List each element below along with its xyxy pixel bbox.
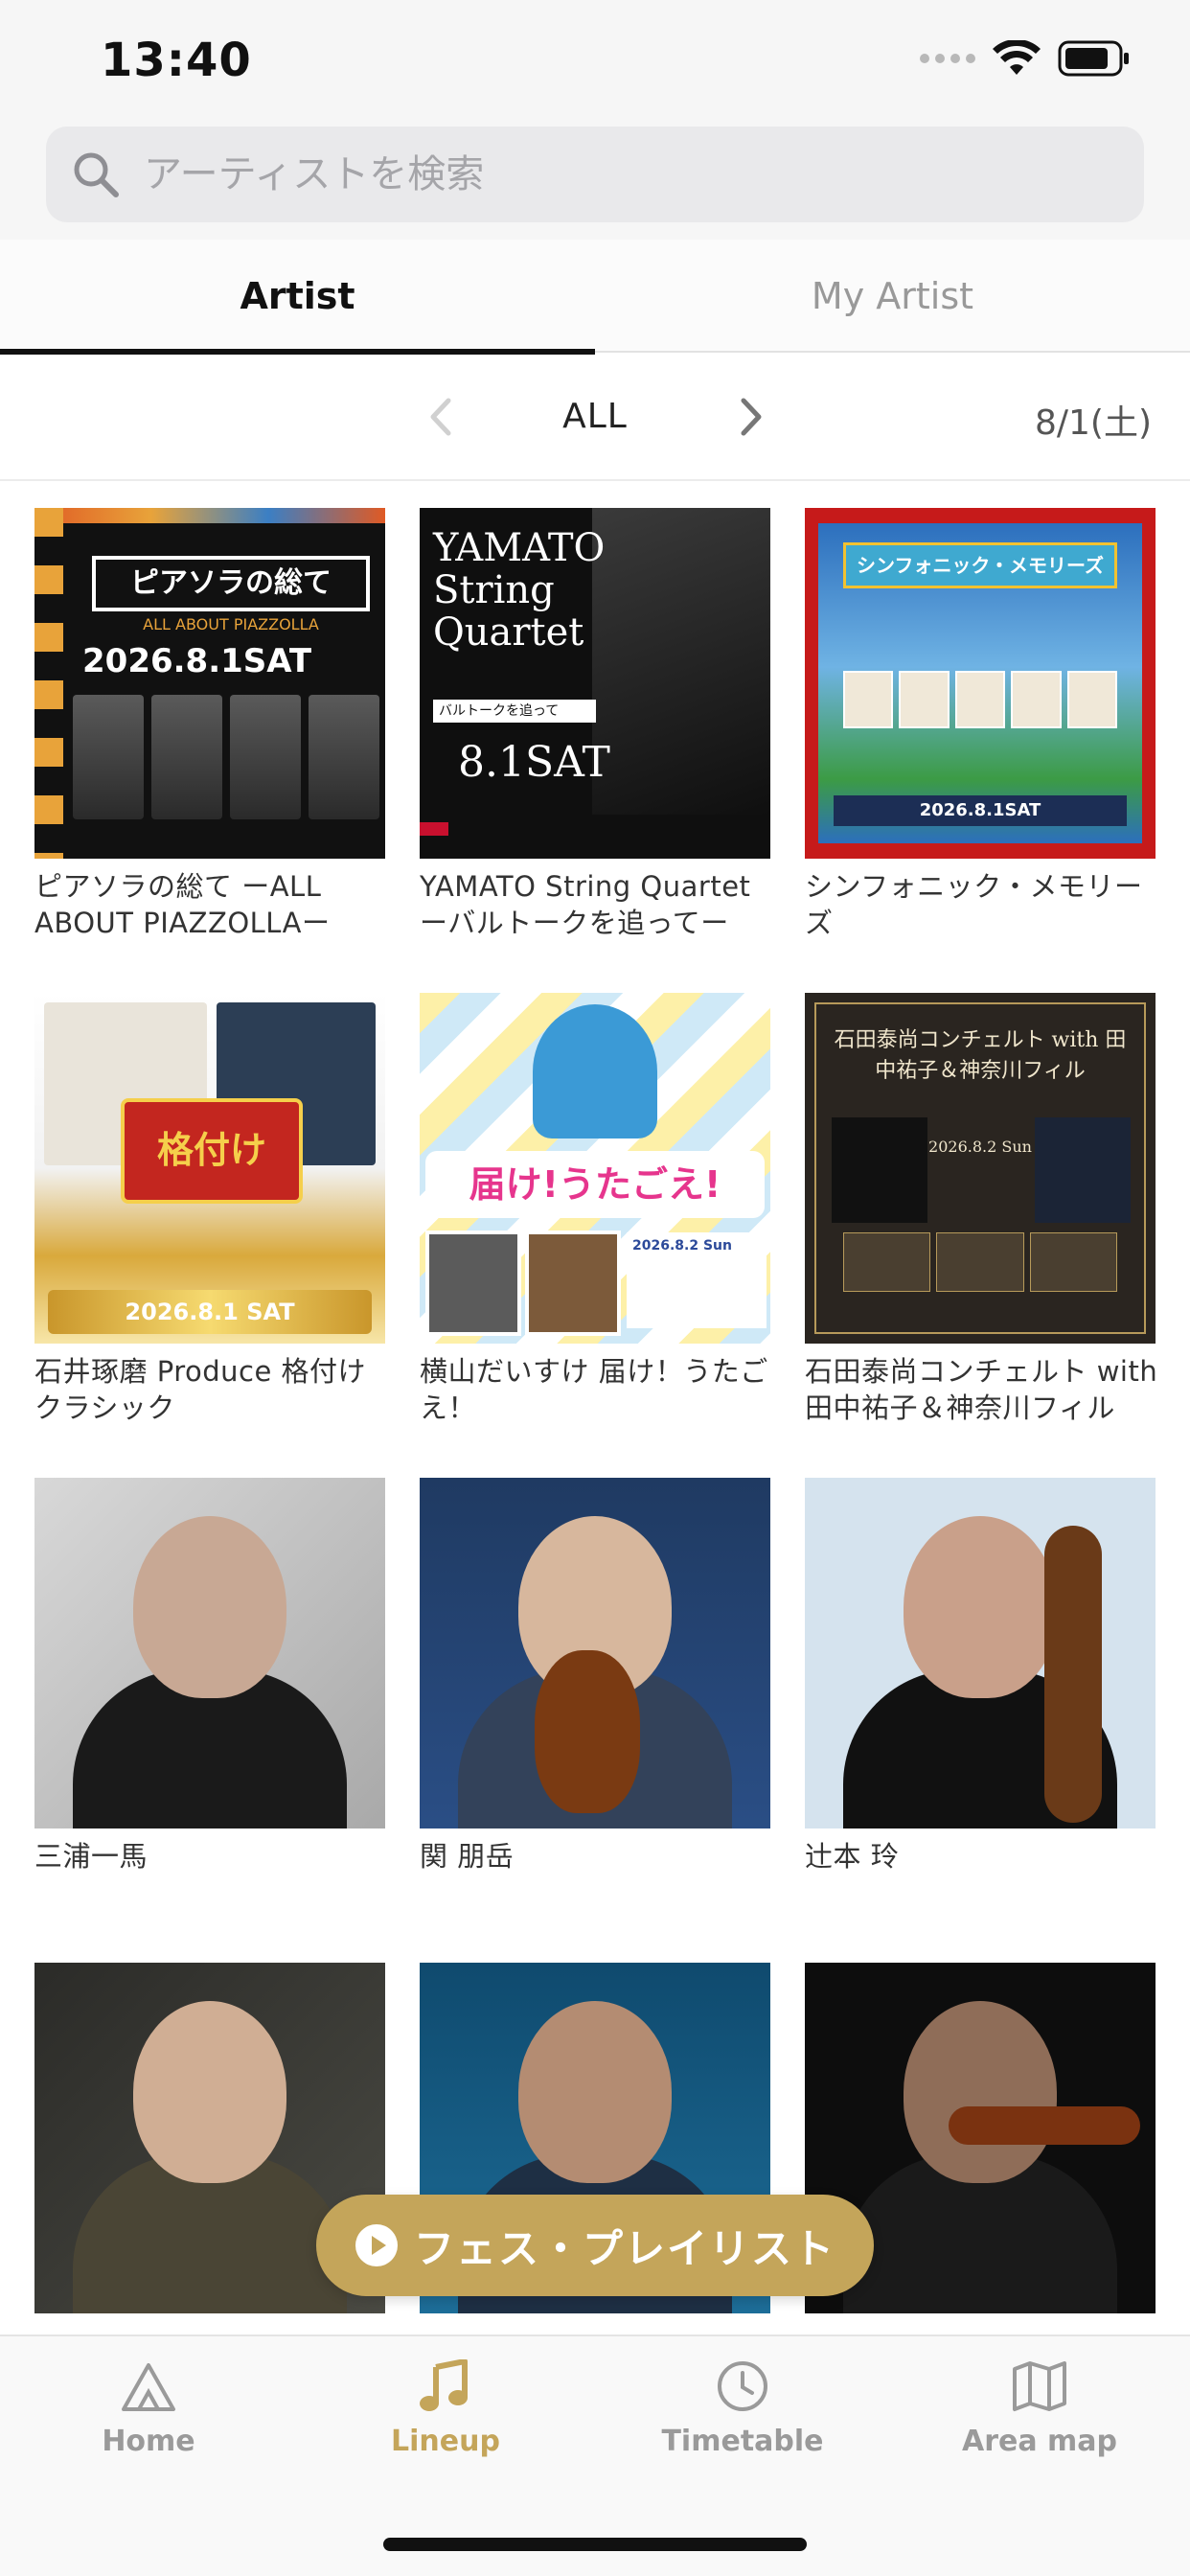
poster-title: 届け!うたごえ! — [425, 1151, 765, 1218]
artist-photo — [420, 1478, 770, 1828]
search-input[interactable] — [144, 152, 1102, 196]
lineup-card[interactable]: 石田泰尚コンチェルト with 田中祐子＆神奈川フィル 2026.8.2 Sun… — [805, 993, 1158, 1426]
event-poster: 石田泰尚コンチェルト with 田中祐子＆神奈川フィル 2026.8.2 Sun — [805, 993, 1156, 1344]
tabbar-item-lineup[interactable]: Lineup — [297, 2359, 594, 2474]
lineup-card[interactable]: 届け!うたごえ! 2026.8.2 Sun 横山だいすけ 届け！うたごえ！ — [420, 993, 770, 1426]
date-filter: ALL 8/1(土) — [0, 355, 1190, 481]
tabbar-label: Area map — [961, 2425, 1118, 2458]
home-icon — [122, 2363, 175, 2411]
wifi-icon — [993, 40, 1041, 75]
search-icon — [74, 152, 119, 197]
artist-photo — [805, 1478, 1156, 1828]
card-title: YAMATO String Quartet ーバルトークを追ってー — [420, 870, 751, 939]
poster-date: 2026.8.1SAT — [82, 642, 312, 680]
tabbar-label: Lineup — [391, 2425, 500, 2458]
play-icon — [355, 2224, 398, 2266]
battery-icon — [1058, 40, 1129, 77]
card-title: 横山だいすけ 届け！うたごえ！ — [420, 1355, 768, 1424]
artist-tabs: Artist My Artist — [0, 240, 1190, 355]
lineup-card[interactable]: 三浦一馬 — [34, 1478, 385, 1874]
poster-title: YAMATO String Quartet — [433, 526, 606, 655]
poster-date: 2026.8.1SAT — [834, 795, 1127, 826]
poster-title: シンフォニック・メモリーズ — [843, 542, 1117, 588]
fes-playlist-button[interactable]: フェス・プレイリスト — [316, 2195, 874, 2296]
status-icons — [920, 40, 1131, 77]
event-poster: 届け!うたごえ! 2026.8.2 Sun — [420, 993, 770, 1344]
tab-artist[interactable]: Artist — [0, 240, 595, 355]
status-time: 13:40 — [101, 34, 252, 87]
search-box[interactable] — [46, 126, 1144, 222]
tab-my-artist[interactable]: My Artist — [595, 240, 1190, 353]
tabbar-label: Timetable — [661, 2425, 824, 2458]
chevron-right-icon[interactable] — [732, 393, 770, 441]
cellular-signal-icon — [920, 54, 975, 63]
search-area — [0, 125, 1190, 240]
tabbar-item-area-map[interactable]: Area map — [891, 2359, 1188, 2474]
tabbar-label: Home — [102, 2425, 195, 2458]
card-title: 石田泰尚コンチェルト with 田中祐子＆神奈川フィル — [805, 1355, 1158, 1424]
tabbar-item-home[interactable]: Home — [0, 2359, 297, 2474]
status-bar: 13:40 — [0, 0, 1190, 125]
card-title: 三浦一馬 — [34, 1840, 149, 1873]
poster-subtitle: ALL ABOUT PIAZZOLLA — [143, 615, 319, 633]
poster-subtitle: バルトークを追って — [433, 700, 596, 723]
poster-title: ピアソラの総て — [92, 556, 370, 611]
event-poster: ピアソラの総て ALL ABOUT PIAZZOLLA 2026.8.1SAT — [34, 508, 385, 859]
event-poster: YAMATO String Quartet バルトークを追って 8.1SAT — [420, 508, 770, 859]
card-title: 辻本 玲 — [805, 1840, 900, 1873]
clock-icon — [718, 2361, 767, 2411]
card-title: 関 朋岳 — [420, 1840, 515, 1873]
poster-date: 2026.8.2 Sun — [627, 1232, 767, 1328]
music-note-icon — [420, 2359, 468, 2411]
card-title: 石井琢磨 Produce 格付けクラシック — [34, 1355, 367, 1424]
lineup-card[interactable]: シンフォニック・メモリーズ 2026.8.1SAT シンフォニック・メモリーズ — [805, 508, 1156, 941]
home-indicator[interactable] — [383, 2538, 807, 2551]
lineup-card[interactable]: ピアソラの総て ALL ABOUT PIAZZOLLA 2026.8.1SAT … — [34, 508, 385, 941]
lineup-card[interactable]: YAMATO String Quartet バルトークを追って 8.1SAT Y… — [420, 508, 770, 941]
artist-photo — [34, 1478, 385, 1828]
filter-label: ALL — [562, 397, 628, 436]
lineup-card[interactable]: 格付け 2026.8.1 SAT 石井琢磨 Produce 格付けクラシック — [34, 993, 385, 1426]
tabbar-item-timetable[interactable]: Timetable — [594, 2359, 891, 2474]
event-poster: シンフォニック・メモリーズ 2026.8.1SAT — [805, 508, 1156, 859]
lineup-card[interactable]: 辻本 玲 — [805, 1478, 1156, 1874]
lineup-card[interactable]: 関 朋岳 — [420, 1478, 770, 1874]
card-title: ピアソラの総て ーALL ABOUT PIAZZOLLAー — [34, 870, 331, 939]
poster-title: 石田泰尚コンチェルト with 田中祐子＆神奈川フィル — [834, 1028, 1127, 1083]
selected-date[interactable]: 8/1(土) — [1035, 395, 1152, 445]
event-poster: 格付け 2026.8.1 SAT — [34, 993, 385, 1344]
fes-playlist-label: フェス・プレイリスト — [413, 2224, 835, 2272]
card-title: シンフォニック・メモリーズ — [805, 870, 1143, 939]
poster-date: 2026.8.2 Sun — [928, 1138, 1032, 1156]
poster-date: 8.1SAT — [458, 738, 610, 787]
map-icon — [1013, 2361, 1066, 2411]
poster-title: 格付け — [121, 1098, 303, 1204]
poster-date: 2026.8.1 SAT — [48, 1290, 372, 1334]
